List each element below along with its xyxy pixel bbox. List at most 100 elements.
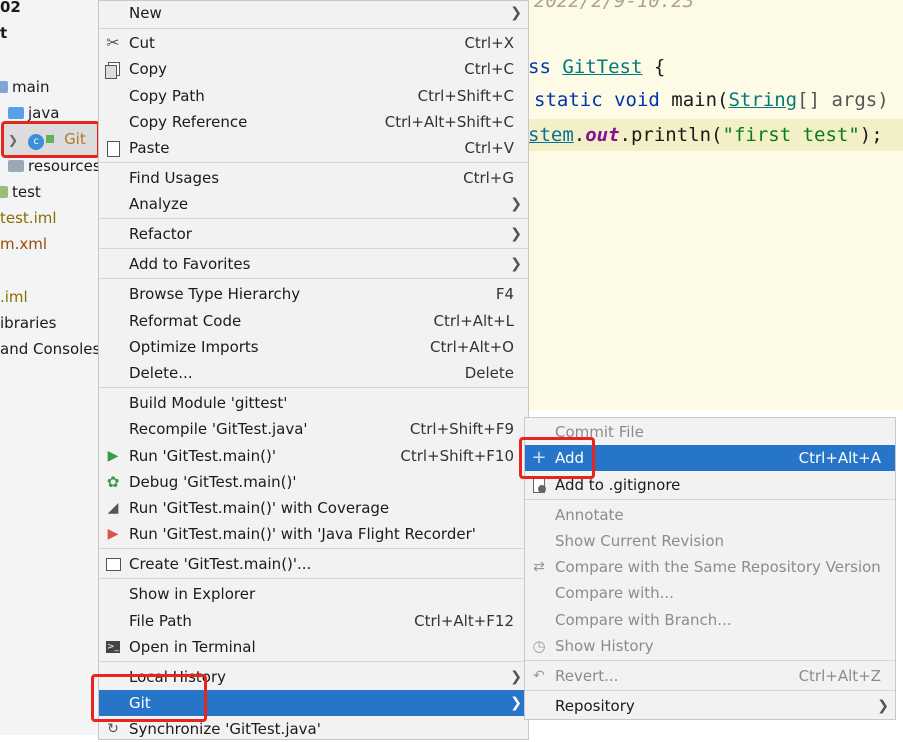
- menu-shortcut: Delete: [464, 364, 514, 382]
- tree-item-consoles[interactable]: and Consoles: [0, 336, 100, 362]
- revert-icon: ↶: [533, 668, 545, 684]
- debug-icon: ✿: [106, 473, 120, 491]
- menu-item-refactor[interactable]: Refactor ❯: [99, 221, 528, 247]
- menu-item-cut[interactable]: ✂ Cut Ctrl+X: [99, 30, 528, 56]
- menu-item-add-to-gitignore[interactable]: Add to .gitignore: [525, 472, 895, 498]
- menu-item-recompile[interactable]: Recompile 'GitTest.java' Ctrl+Shift+F9: [99, 416, 528, 442]
- tree-item-test[interactable]: test: [0, 179, 41, 205]
- menu-label: Create 'GitTest.main()'...: [129, 555, 312, 573]
- plus-icon: +: [531, 447, 547, 468]
- tree-item-gittest[interactable]: ❯ c Git: [8, 126, 86, 152]
- field-name: out: [585, 124, 620, 146]
- menu-item-add-to-favorites[interactable]: Add to Favorites ❯: [99, 251, 528, 277]
- menu-label: Annotate: [555, 506, 624, 524]
- tree-item-resources[interactable]: resources: [8, 153, 100, 179]
- chevron-right-icon: ❯: [510, 5, 522, 21]
- menu-item-optimize-imports[interactable]: Optimize Imports Ctrl+Alt+O: [99, 334, 528, 360]
- menu-item-new[interactable]: New ❯: [99, 0, 528, 26]
- menu-item-find-usages[interactable]: Find Usages Ctrl+G: [99, 165, 528, 191]
- menu-item-run-coverage[interactable]: ◢ Run 'GitTest.main()' with Coverage: [99, 495, 528, 521]
- menu-label: Commit File: [555, 423, 644, 441]
- menu-label: Revert...: [555, 667, 619, 685]
- class-icon: c: [28, 134, 45, 150]
- menu-item-git[interactable]: Git ❯: [99, 690, 528, 716]
- menu-separator: [525, 690, 895, 691]
- menu-item-copy-path[interactable]: Copy Path Ctrl+Shift+C: [99, 83, 528, 109]
- code-line-class: ss GitTest {: [528, 56, 665, 78]
- menu-item-reformat-code[interactable]: Reformat Code Ctrl+Alt+L: [99, 308, 528, 334]
- menu-label: Compare with the Same Repository Version: [555, 558, 881, 576]
- tree-item-main[interactable]: main: [0, 74, 49, 100]
- menu-item-run-jfr[interactable]: ▶ Run 'GitTest.main()' with 'Java Flight…: [99, 521, 528, 547]
- menu-item-paste[interactable]: Paste Ctrl+V: [99, 135, 528, 161]
- menu-item-build-module[interactable]: Build Module 'gittest': [99, 390, 528, 416]
- tree-item-iml-2[interactable]: .iml: [0, 284, 28, 310]
- menu-label: Add to Favorites: [129, 255, 251, 273]
- menu-separator: [99, 218, 528, 219]
- menu-item-create[interactable]: Create 'GitTest.main()'...: [99, 551, 528, 577]
- class-name: GitTest: [562, 56, 643, 78]
- tree-item-iml[interactable]: test.iml: [0, 205, 57, 231]
- menu-shortcut: Ctrl+Shift+F10: [400, 447, 514, 465]
- code-line-date: 2022/2/9-10:23: [534, 0, 695, 12]
- menu-item-analyze[interactable]: Analyze ❯: [99, 191, 528, 217]
- menu-label: Browse Type Hierarchy: [129, 285, 301, 303]
- run-configuration-icon: [105, 556, 121, 572]
- menu-item-add[interactable]: + Add Ctrl+Alt+A: [525, 445, 895, 471]
- menu-label: Open in Terminal: [129, 638, 256, 656]
- menu-item-local-history[interactable]: Local History ❯: [99, 664, 528, 690]
- menu-item-show-in-explorer[interactable]: Show in Explorer: [99, 581, 528, 607]
- menu-item-revert[interactable]: ↶ Revert... Ctrl+Alt+Z: [525, 663, 895, 689]
- menu-item-debug[interactable]: ✿ Debug 'GitTest.main()': [99, 469, 528, 495]
- menu-item-file-path[interactable]: File Path Ctrl+Alt+F12: [99, 608, 528, 634]
- menu-shortcut: Ctrl+Alt+L: [433, 312, 515, 330]
- menu-item-repository[interactable]: Repository ❯: [525, 693, 895, 719]
- menu-label: Build Module 'gittest': [129, 394, 288, 412]
- keyword: ss: [528, 56, 563, 78]
- menu-item-show-current-revision[interactable]: Show Current Revision: [525, 528, 895, 554]
- code-editor[interactable]: 2022/2/9-10:23 ss GitTest { static void …: [528, 0, 903, 410]
- menu-item-delete[interactable]: Delete... Delete: [99, 360, 528, 386]
- tree-item-label: java: [28, 104, 60, 122]
- menu-item-compare-with[interactable]: Compare with...: [525, 580, 895, 606]
- menu-item-run[interactable]: ▶ Run 'GitTest.main()' Ctrl+Shift+F10: [99, 443, 528, 469]
- project-tree: 02 t main java ❯ c Git resources test test…: [0, 0, 100, 735]
- menu-label: Refactor: [129, 225, 192, 243]
- menu-item-commit-file[interactable]: Commit File: [525, 419, 895, 445]
- menu-shortcut: F4: [495, 285, 514, 303]
- menu-label: Reformat Code: [129, 312, 242, 330]
- menu-separator: [99, 387, 528, 388]
- tree-item-pom[interactable]: m.xml: [0, 231, 47, 257]
- tree-item-libraries[interactable]: ibraries: [0, 310, 56, 336]
- menu-item-copy-reference[interactable]: Copy Reference Ctrl+Alt+Shift+C: [99, 109, 528, 135]
- run-icon: ▶: [107, 448, 119, 464]
- menu-separator: [99, 162, 528, 163]
- menu-label: Compare with...: [555, 584, 674, 602]
- menu-item-show-history[interactable]: ◷ Show History: [525, 633, 895, 659]
- menu-item-synchronize[interactable]: ↻ Synchronize 'GitTest.java': [99, 716, 528, 742]
- copy-icon: [105, 61, 121, 79]
- menu-separator: [99, 278, 528, 279]
- menu-item-compare-same-repo[interactable]: ⇄ Compare with the Same Repository Versi…: [525, 554, 895, 580]
- menu-item-compare-with-branch[interactable]: Compare with Branch...: [525, 607, 895, 633]
- menu-shortcut: Ctrl+Alt+Z: [798, 667, 881, 685]
- menu-item-open-in-terminal[interactable]: >_ Open in Terminal: [99, 634, 528, 660]
- menu-label: Recompile 'GitTest.java': [129, 420, 308, 438]
- menu-item-copy[interactable]: Copy Ctrl+C: [99, 56, 528, 82]
- scissors-icon: ✂: [106, 33, 120, 52]
- menu-label: Run 'GitTest.main()' with 'Java Flight R…: [129, 525, 476, 543]
- tree-item-label: resources: [28, 157, 100, 175]
- menu-label: Run 'GitTest.main()': [129, 447, 276, 465]
- menu-item-annotate[interactable]: Annotate: [525, 502, 895, 528]
- code-text: .println(: [619, 124, 723, 146]
- menu-item-browse-type-hierarchy[interactable]: Browse Type Hierarchy F4: [99, 281, 528, 307]
- menu-label: Show Current Revision: [555, 532, 725, 550]
- tree-partial-root: 02: [0, 0, 21, 16]
- method-name: main(: [671, 89, 729, 111]
- menu-label: Copy: [129, 60, 168, 78]
- gitignore-icon: [531, 477, 547, 493]
- chevron-right-icon: ❯: [510, 256, 522, 272]
- menu-label: Delete...: [129, 364, 193, 382]
- menu-shortcut: Ctrl+Alt+Shift+C: [384, 113, 514, 131]
- tree-item-label: test: [12, 183, 41, 201]
